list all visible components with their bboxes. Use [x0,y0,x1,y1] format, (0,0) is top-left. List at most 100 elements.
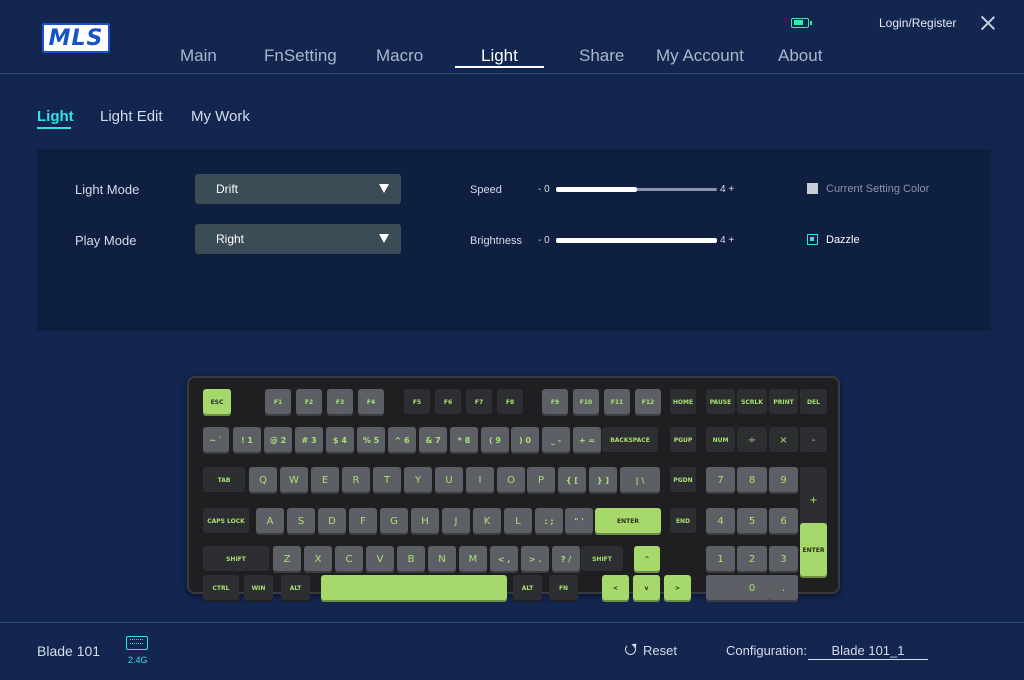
brightness-slider-fill[interactable] [556,238,717,243]
light-settings-panel: Light Mode Drift Play Mode Right Speed -… [37,149,991,331]
key-backspace: BACKSPACE [602,427,658,454]
key-s: S [287,508,315,535]
key-pgup: PGUP [670,427,696,454]
key-d: D [318,508,346,535]
key-1: 1 [706,546,735,573]
key-c: C [335,546,363,573]
key-f8: F8 [497,389,523,416]
key-symbol: < , [490,546,518,573]
speed-slider-fill[interactable] [556,187,637,192]
key-8: 8 [737,467,767,494]
key-f: F [349,508,377,535]
dropdown-arrow-icon [379,234,389,243]
current-setting-color-checkbox[interactable] [807,183,818,194]
key-7: & 7 [419,427,447,454]
key-x: X [304,546,332,573]
connection-mode: 2.4G [128,655,148,665]
key-z: Z [273,546,301,573]
key-i: I [466,467,494,494]
reset-button[interactable]: Reset [643,643,677,658]
key-8: * 8 [450,427,478,454]
brightness-max-label[interactable]: 4 + [720,235,734,246]
speed-slider[interactable] [556,187,717,192]
device-name: Blade 101 [37,643,101,659]
key-5: 5 [737,508,767,535]
key-alt: ALT [513,575,542,602]
play-mode-label: Play Mode [75,233,137,248]
tab-share[interactable]: Share [579,46,624,66]
subtab-light[interactable]: Light [37,108,74,125]
key-e: E [311,467,339,494]
key-q: Q [249,467,277,494]
brightness-slider[interactable] [556,238,717,243]
key-h: H [411,508,439,535]
footer: Blade 101 2.4G Reset Configuration: Blad… [0,622,1024,680]
light-subnav: Light Light Edit My Work [0,108,1024,132]
key-r: R [342,467,370,494]
light-mode-label: Light Mode [75,182,140,197]
dazzle-label[interactable]: Dazzle [826,234,860,246]
keyboard-icon [126,636,148,650]
subtab-light-edit[interactable]: Light Edit [100,108,163,125]
key-esc: ESC [203,389,231,416]
configuration-select[interactable]: Blade 101_1 [808,643,928,660]
tab-about[interactable]: About [778,46,822,66]
key-alt: ALT [281,575,310,602]
tab-fnsetting[interactable]: FnSetting [264,46,337,66]
tab-macro[interactable]: Macro [376,46,423,66]
key-pgdn: PGDN [670,467,696,494]
tab-my-account[interactable]: My Account [656,46,744,66]
current-setting-color-label[interactable]: Current Setting Color [826,183,929,195]
key-symbol: ÷ [737,427,767,454]
key-v: V [366,546,394,573]
key-symbol: - [800,427,827,454]
configuration-label: Configuration: [726,643,807,658]
light-mode-select[interactable]: Drift [195,174,401,204]
login-register-link[interactable]: Login/Register [879,16,956,30]
key-n: N [428,546,456,573]
reset-icon[interactable] [625,644,636,655]
dazzle-checkbox[interactable] [807,234,818,245]
speed-max-label[interactable]: 4 + [720,184,734,195]
tab-main[interactable]: Main [180,46,217,66]
key-2: @ 2 [264,427,292,454]
key-symbol: < [602,575,629,602]
subtab-my-work[interactable]: My Work [191,108,250,125]
play-mode-select[interactable]: Right [195,224,401,254]
key-6: 6 [769,508,798,535]
key-f3: F3 [327,389,353,416]
key-7: 7 [706,467,735,494]
key-symbol: " ' [565,508,593,535]
key-f11: F11 [604,389,630,416]
key-tab: TAB [203,467,245,494]
key-f10: F10 [573,389,599,416]
key-symbol: > . [521,546,549,573]
key-num: NUM [706,427,735,454]
key-symbol: ^ [634,546,660,573]
key-f4: F4 [358,389,384,416]
key-3: # 3 [295,427,323,454]
key-f5: F5 [404,389,430,416]
close-icon[interactable] [980,15,996,31]
key-enter: ENTER [595,508,661,535]
tab-light[interactable]: Light [481,46,518,66]
key-symbol: × [769,427,798,454]
speed-min-label[interactable]: - 0 [538,184,550,195]
key-end: END [670,508,696,535]
key-t: T [373,467,401,494]
brightness-min-label[interactable]: - 0 [538,235,550,246]
key-2: 2 [737,546,767,573]
key-9: 9 [769,467,798,494]
key-symbol: _ - [542,427,570,454]
key-symbol: { [ [558,467,586,494]
key-1: ! 1 [233,427,261,454]
key-u: U [435,467,463,494]
key-print: PRINT [769,389,798,416]
key-9: ( 9 [481,427,509,454]
key-f6: F6 [435,389,461,416]
active-tab-underline [455,66,544,68]
key-a: A [256,508,284,535]
key-o: O [497,467,525,494]
key-symbol: > [664,575,691,602]
key-w: W [280,467,308,494]
